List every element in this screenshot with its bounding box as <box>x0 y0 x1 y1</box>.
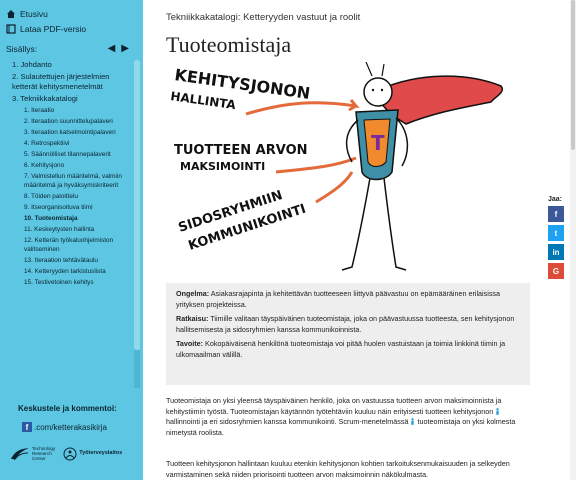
arrow-3 <box>315 171 354 204</box>
toc-title: Sisällys: <box>6 44 38 54</box>
goal-text: Tavoite: Kokopäiväisenä henkilönä tuoteo… <box>176 339 520 360</box>
share-bar: Jaa: f t in G <box>548 196 568 282</box>
facebook-link[interactable]: f .com/ketterakasikirja <box>22 422 107 432</box>
partner-logos: Technology Research Center Työterveyslai… <box>10 446 122 461</box>
pdf-download-link[interactable]: Lataa PDF-versio <box>0 21 143 36</box>
solution-text: Ratkaisu: Tiimille valitaan täyspäiväine… <box>176 314 520 335</box>
paragraph-1-part-b: hallinnointi ja eri sidosryhmien kanssa … <box>166 417 411 427</box>
page-scrollbar-thumb[interactable] <box>571 0 575 150</box>
share-label: Jaa: <box>548 196 563 203</box>
paragraph-1-part-a: Tuoteomistaja on yksi yleensä täyspäiväi… <box>166 396 502 416</box>
home-icon <box>6 9 16 19</box>
toc-item[interactable]: 4. Retrospektiivi <box>6 139 134 148</box>
illus-text-value-1: TUOTTEEN ARVON <box>174 143 308 158</box>
facebook-icon: f <box>22 422 32 432</box>
toc-item[interactable]: 2. Sulautettujen järjestelmien ketterät … <box>6 72 134 92</box>
toc-item[interactable]: 1. Iteraatio <box>6 106 134 115</box>
toc-item[interactable]: 14. Ketteryyden tarkistuslista <box>6 267 134 276</box>
toc-item[interactable]: 9. Itseorganisoituva tiimi <box>6 203 134 212</box>
toc-item[interactable]: 10. Tuoteomistaja <box>6 214 134 223</box>
technology-research-center-logo: Technology Research Center <box>10 446 55 461</box>
toc-item[interactable]: 11. Keskeytysten hallinta <box>6 225 134 234</box>
solution-body: Tiimille valitaan täyspäiväinen tuoteomi… <box>176 314 515 334</box>
hero-emblem: T <box>371 131 385 155</box>
toc-item[interactable]: 8. Töiden paloittelu <box>6 192 134 201</box>
toc-item[interactable]: 12. Ketterän työkaluohjelmiston valitsem… <box>6 236 134 254</box>
toc-scrollbar-thumb[interactable] <box>134 60 140 350</box>
toc-item[interactable]: 3. Iteraation katselmointipalaveri <box>6 128 134 137</box>
summary-box: Ongelma: Asiakasrajapinta ja kehitettävä… <box>166 283 530 385</box>
paragraph-2: Tuotteen kehitysjonon hallintaan kuuluu … <box>166 459 510 479</box>
twitter-share-button[interactable]: t <box>548 225 564 241</box>
solution-label: Ratkaisu: <box>176 314 209 323</box>
link-person-icon[interactable] <box>495 407 500 415</box>
next-arrow-icon[interactable]: ▶ <box>121 44 129 54</box>
paragraph-1: Tuoteomistaja on yksi yleensä täyspäiväi… <box>166 396 530 438</box>
hero-head <box>363 77 393 107</box>
linkedin-share-button[interactable]: in <box>548 244 564 260</box>
pdf-download-label: Lataa PDF-versio <box>20 23 87 34</box>
toc-item[interactable]: 5. Säännölliset tilannepalaverit <box>6 150 134 159</box>
problem-body: Asiakasrajapinta ja kehitettävän tuottee… <box>176 289 501 309</box>
toc-item[interactable]: 3. Tekniikkakatalogi <box>6 94 134 104</box>
prev-arrow-icon[interactable]: ◀ <box>108 44 116 54</box>
main-content: Tekniikkakatalogi: Ketteryyden vastuut j… <box>166 0 532 480</box>
facebook-link-label: .com/ketterakasikirja <box>34 422 107 432</box>
sidebar: Etusivu Lataa PDF-versio Sisällys: ◀ ▶ 1… <box>0 0 143 480</box>
toc-item[interactable]: 15. Testivetoinen kehitys <box>6 278 134 287</box>
toc-item[interactable]: 1. Johdanto <box>6 60 134 70</box>
arrow-1 <box>245 99 360 116</box>
toc-item[interactable]: 2. Iteraation suunnittelupalaveri <box>6 117 134 126</box>
trc-emblem-icon <box>11 447 29 460</box>
comment-title: Keskustele ja kommentoi: <box>18 404 117 413</box>
table-of-contents: 1. Johdanto 2. Sulautettujen järjestelmie… <box>6 60 134 388</box>
toc-item[interactable]: 7. Valmistellun määritelmä, valmiin määr… <box>6 172 134 190</box>
arrow-2 <box>275 156 357 174</box>
problem-text: Ongelma: Asiakasrajapinta ja kehitettävä… <box>176 289 520 310</box>
product-owner-illustration: KEHITYSJONON HALLINTA TUOTTEEN ARVON MAK… <box>170 62 503 271</box>
home-link-label: Etusivu <box>20 8 48 19</box>
illus-text-value-2: MAKSIMOINTI <box>180 160 265 173</box>
facebook-share-button[interactable]: f <box>548 206 564 222</box>
toc-header: Sisällys: ◀ ▶ <box>0 42 143 56</box>
breadcrumb: Tekniikkakatalogi: Ketteryyden vastuut j… <box>166 12 361 23</box>
goal-label: Tavoite: <box>176 339 204 348</box>
goal-body: Kokopäiväisenä henkilönä tuoteomistaja v… <box>176 339 506 359</box>
home-link[interactable]: Etusivu <box>0 6 143 21</box>
illus-text-backlog-2: HALLINTA <box>170 89 238 112</box>
logo1-line3: Center <box>32 456 46 461</box>
tyoterveyslaitos-logo: Työterveyslaitos <box>63 447 122 461</box>
toc-item[interactable]: 13. Iteraation tehtävätaulu <box>6 256 134 265</box>
book-icon <box>6 23 16 34</box>
googleplus-share-button[interactable]: G <box>548 263 564 279</box>
problem-label: Ongelma: <box>176 289 210 298</box>
logo2-label: Työterveyslaitos <box>79 450 123 456</box>
page-title: Tuoteomistaja <box>166 32 292 57</box>
toc-item[interactable]: 6. Kehitysjono <box>6 161 134 170</box>
ttl-emblem-icon <box>63 447 77 460</box>
